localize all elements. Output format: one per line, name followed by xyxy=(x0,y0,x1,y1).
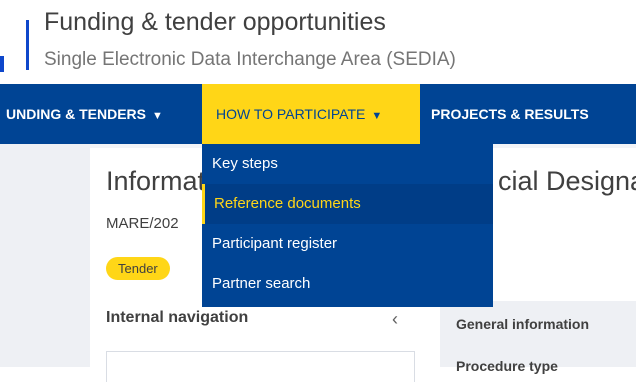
menu-item-label: Reference documents xyxy=(214,195,361,212)
procedure-type-label: Procedure type xyxy=(456,358,558,374)
main-navigation: UNDING & TENDERS ▼ HOW TO PARTICIPATE ▼ PR… xyxy=(0,84,636,144)
nav-label: UNDING & TENDERS xyxy=(6,106,147,122)
nav-funding-tenders[interactable]: UNDING & TENDERS ▼ xyxy=(0,84,202,144)
page-title-continued: cial Designa xyxy=(498,166,636,196)
how-to-participate-dropdown: Key steps Reference documents Participan… xyxy=(202,144,493,307)
left-gutter xyxy=(0,144,90,367)
nav-projects-results[interactable]: PROJECTS & RESULTS xyxy=(431,84,636,144)
eu-logo-fragment[interactable] xyxy=(0,56,4,72)
chevron-left-icon[interactable]: ‹ xyxy=(392,309,398,330)
caret-down-icon: ▼ xyxy=(152,110,163,122)
info-side-panel: General information Procedure type xyxy=(440,301,636,374)
menu-item-reference-documents[interactable]: Reference documents xyxy=(202,184,493,224)
general-information-heading[interactable]: General information xyxy=(456,316,589,332)
internal-navigation-heading: Internal navigation xyxy=(106,309,249,326)
nav-label: PROJECTS & RESULTS xyxy=(431,106,589,122)
reference-code: MARE/202 xyxy=(106,215,179,232)
menu-item-partner-search[interactable]: Partner search xyxy=(202,264,493,304)
header-divider xyxy=(26,20,29,70)
status-badge: Tender xyxy=(106,257,170,280)
site-header: Funding & tender opportunities Single El… xyxy=(0,0,636,84)
menu-item-participant-register[interactable]: Participant register xyxy=(202,224,493,264)
nav-how-to-participate[interactable]: HOW TO PARTICIPATE ▼ xyxy=(202,84,420,144)
nav-label: HOW TO PARTICIPATE xyxy=(216,106,366,122)
page-title: Informat xyxy=(106,166,206,196)
site-title[interactable]: Funding & tender opportunities xyxy=(44,8,386,37)
site-subtitle: Single Electronic Data Interchange Area … xyxy=(44,49,456,70)
menu-item-key-steps[interactable]: Key steps xyxy=(202,144,493,184)
active-indicator xyxy=(202,184,205,224)
caret-down-icon: ▼ xyxy=(371,110,383,122)
